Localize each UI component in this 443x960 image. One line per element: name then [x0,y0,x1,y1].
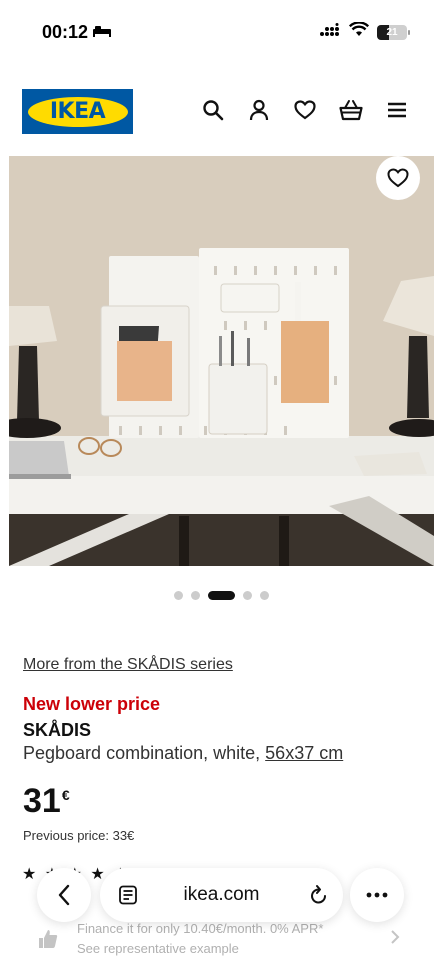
site-header: IKEA [0,88,443,136]
reload-icon[interactable] [309,884,329,911]
product-description-text: Pegboard combination, white, [23,743,261,763]
heart-icon [387,168,409,188]
header-icons [201,98,409,122]
product-image[interactable] [9,156,434,566]
status-time: 00:12 [42,22,112,43]
more-icon [366,892,388,898]
carousel-indicator [0,591,443,600]
clock-text: 00:12 [42,22,89,42]
carousel-dot-4[interactable] [243,591,252,600]
browser-toolbar: ikea.com [0,862,443,928]
wishlist-heart-icon[interactable] [293,98,317,122]
more-button[interactable] [350,868,404,922]
bed-icon [92,22,112,43]
ikea-logo[interactable]: IKEA [22,89,133,134]
back-icon [58,884,70,906]
status-bar: 00:12 21 [0,0,443,66]
carousel-dot-5[interactable] [260,591,269,600]
product-name: SKÅDIS [23,720,92,740]
search-icon[interactable] [201,98,225,122]
product-size-link[interactable]: 56x37 cm [265,743,343,763]
signal-icon [319,22,341,42]
menu-icon[interactable] [385,98,409,122]
url-text: ikea.com [183,884,260,905]
status-right: 21 [319,21,410,42]
price: 31 € [23,782,70,820]
back-button[interactable] [37,868,91,922]
account-icon[interactable] [247,98,271,122]
series-link[interactable]: More from the SKÅDIS series [23,656,233,674]
chevron-right-icon [390,929,400,948]
logo-oval: IKEA [27,96,128,127]
wifi-icon [348,21,370,42]
finance-thumb-icon [36,927,60,951]
promo-label: New lower price [23,694,161,714]
logo-text: IKEA [49,99,106,124]
product-photo-illustration [9,156,434,566]
battery-level: 21 [386,26,398,38]
basket-icon[interactable] [339,98,363,122]
carousel-dot-1[interactable] [174,591,183,600]
product-description: Pegboard combination, white, 56x37 cm [23,743,343,764]
previous-price: Previous price: 33€ [23,828,135,843]
price-value: 31 [23,782,61,820]
save-to-list-button[interactable] [376,156,420,200]
address-bar[interactable]: ikea.com [100,868,343,922]
carousel-dot-2[interactable] [191,591,200,600]
price-currency: € [61,787,70,803]
battery-icon: 21 [377,24,410,40]
carousel-dot-3-active[interactable] [208,591,235,600]
finance-line-2: See representative example [77,941,239,956]
